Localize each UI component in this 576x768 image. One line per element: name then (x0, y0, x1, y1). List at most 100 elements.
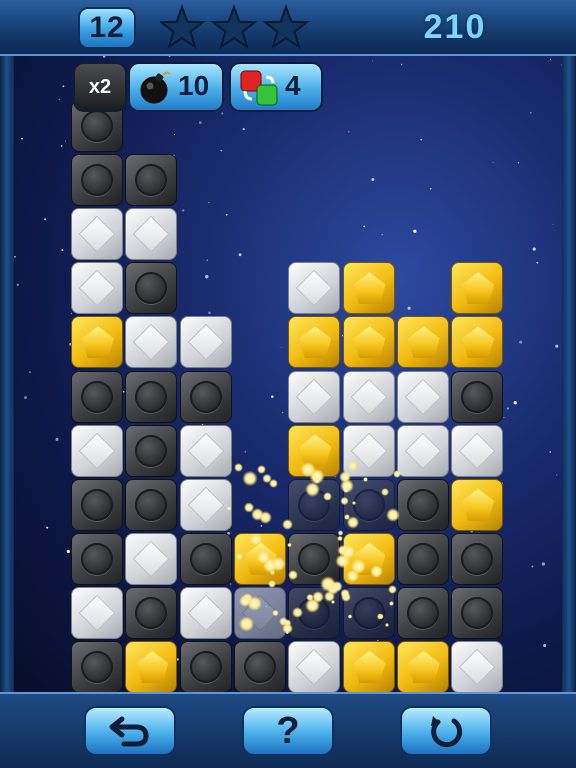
restart-button[interactable] (400, 706, 492, 756)
yellow-block[interactable] (342, 641, 395, 692)
dark-block[interactable] (451, 532, 504, 585)
background-star (55, 438, 59, 441)
background-star (182, 209, 185, 212)
dark-block[interactable] (71, 532, 123, 585)
background-star (420, 139, 422, 141)
white-block[interactable] (71, 586, 123, 639)
background-star (407, 306, 411, 310)
background-star (556, 474, 558, 476)
yellow-block[interactable] (396, 641, 449, 692)
background-star (555, 344, 559, 348)
white-block[interactable] (179, 424, 232, 477)
white-block[interactable] (451, 641, 504, 692)
sparkle (330, 580, 343, 593)
white-block[interactable] (288, 370, 341, 423)
background-star (552, 223, 554, 225)
background-star (14, 255, 16, 258)
dark-block[interactable] (125, 478, 178, 531)
white-block[interactable] (125, 532, 178, 585)
dark-block[interactable] (396, 586, 449, 639)
white-block[interactable] (288, 641, 341, 692)
yellow-block[interactable] (342, 262, 395, 315)
dark-block[interactable] (233, 641, 286, 692)
white-block[interactable] (125, 208, 178, 261)
sparkle (256, 550, 271, 564)
star-rating (160, 4, 310, 50)
dark-block[interactable] (179, 641, 232, 692)
dark-block[interactable] (451, 586, 504, 639)
background-star (208, 201, 210, 204)
dark-block[interactable] (396, 478, 449, 531)
white-block[interactable] (71, 262, 123, 315)
background-star (66, 549, 70, 554)
swap-icon (240, 70, 278, 106)
multiplier-powerup[interactable]: x2 (73, 62, 127, 112)
yellow-block[interactable] (451, 316, 504, 369)
white-block[interactable] (451, 424, 504, 477)
background-star (280, 347, 282, 348)
yellow-block[interactable] (288, 316, 341, 369)
background-star (400, 63, 403, 66)
dark-block[interactable] (179, 532, 232, 585)
background-star (58, 98, 61, 101)
swap-powerup[interactable]: 4 (229, 62, 323, 112)
dark-block[interactable] (125, 424, 178, 477)
background-star (529, 111, 532, 114)
dark-block[interactable] (71, 641, 123, 692)
background-star (492, 161, 494, 163)
sparkle (337, 535, 343, 542)
undo-button[interactable] (84, 706, 176, 756)
sparkle (242, 470, 259, 487)
background-star (21, 137, 23, 140)
sparkle (369, 565, 383, 579)
dark-block[interactable] (71, 370, 123, 423)
dark-block[interactable] (125, 370, 178, 423)
sparkle (282, 622, 293, 634)
background-star (225, 213, 228, 216)
background-star (24, 396, 27, 400)
score-display: 210 (423, 8, 487, 46)
sparkle (346, 516, 360, 529)
white-block[interactable] (71, 424, 123, 477)
white-block[interactable] (125, 316, 178, 369)
yellow-block[interactable] (125, 641, 178, 692)
white-block[interactable] (71, 208, 123, 261)
sparkle (291, 606, 303, 619)
white-block[interactable] (396, 424, 449, 477)
white-block[interactable] (396, 370, 449, 423)
yellow-block[interactable] (342, 316, 395, 369)
multiplier-label: x2 (88, 75, 112, 98)
yellow-block[interactable] (71, 316, 123, 369)
dark-block[interactable] (125, 262, 178, 315)
yellow-block[interactable] (396, 316, 449, 369)
white-block[interactable] (179, 478, 232, 531)
game-board (0, 56, 576, 692)
restart-icon (431, 716, 463, 748)
white-block[interactable] (179, 316, 232, 369)
background-star (44, 218, 47, 221)
background-star (28, 371, 31, 374)
yellow-block[interactable] (451, 478, 504, 531)
dark-block[interactable] (125, 154, 178, 207)
background-star (371, 178, 375, 181)
background-star (413, 229, 417, 233)
yellow-block[interactable] (451, 262, 504, 315)
star-empty-icon (262, 4, 310, 50)
sparkle (300, 462, 316, 478)
swap-count: 4 (285, 70, 301, 101)
dark-block[interactable] (451, 370, 504, 423)
sparkle (249, 533, 263, 546)
background-star (16, 283, 19, 286)
help-button[interactable]: ? (242, 706, 334, 756)
white-block[interactable] (179, 586, 232, 639)
bomb-powerup[interactable]: 10 (128, 62, 224, 112)
dark-block[interactable] (396, 532, 449, 585)
dark-block[interactable] (71, 154, 123, 207)
white-block[interactable] (342, 370, 395, 423)
dark-block[interactable] (71, 478, 123, 531)
sparkle (226, 506, 231, 511)
dark-block[interactable] (179, 370, 232, 423)
sparkle (268, 478, 278, 488)
white-block[interactable] (288, 262, 341, 315)
dark-block[interactable] (125, 586, 178, 639)
